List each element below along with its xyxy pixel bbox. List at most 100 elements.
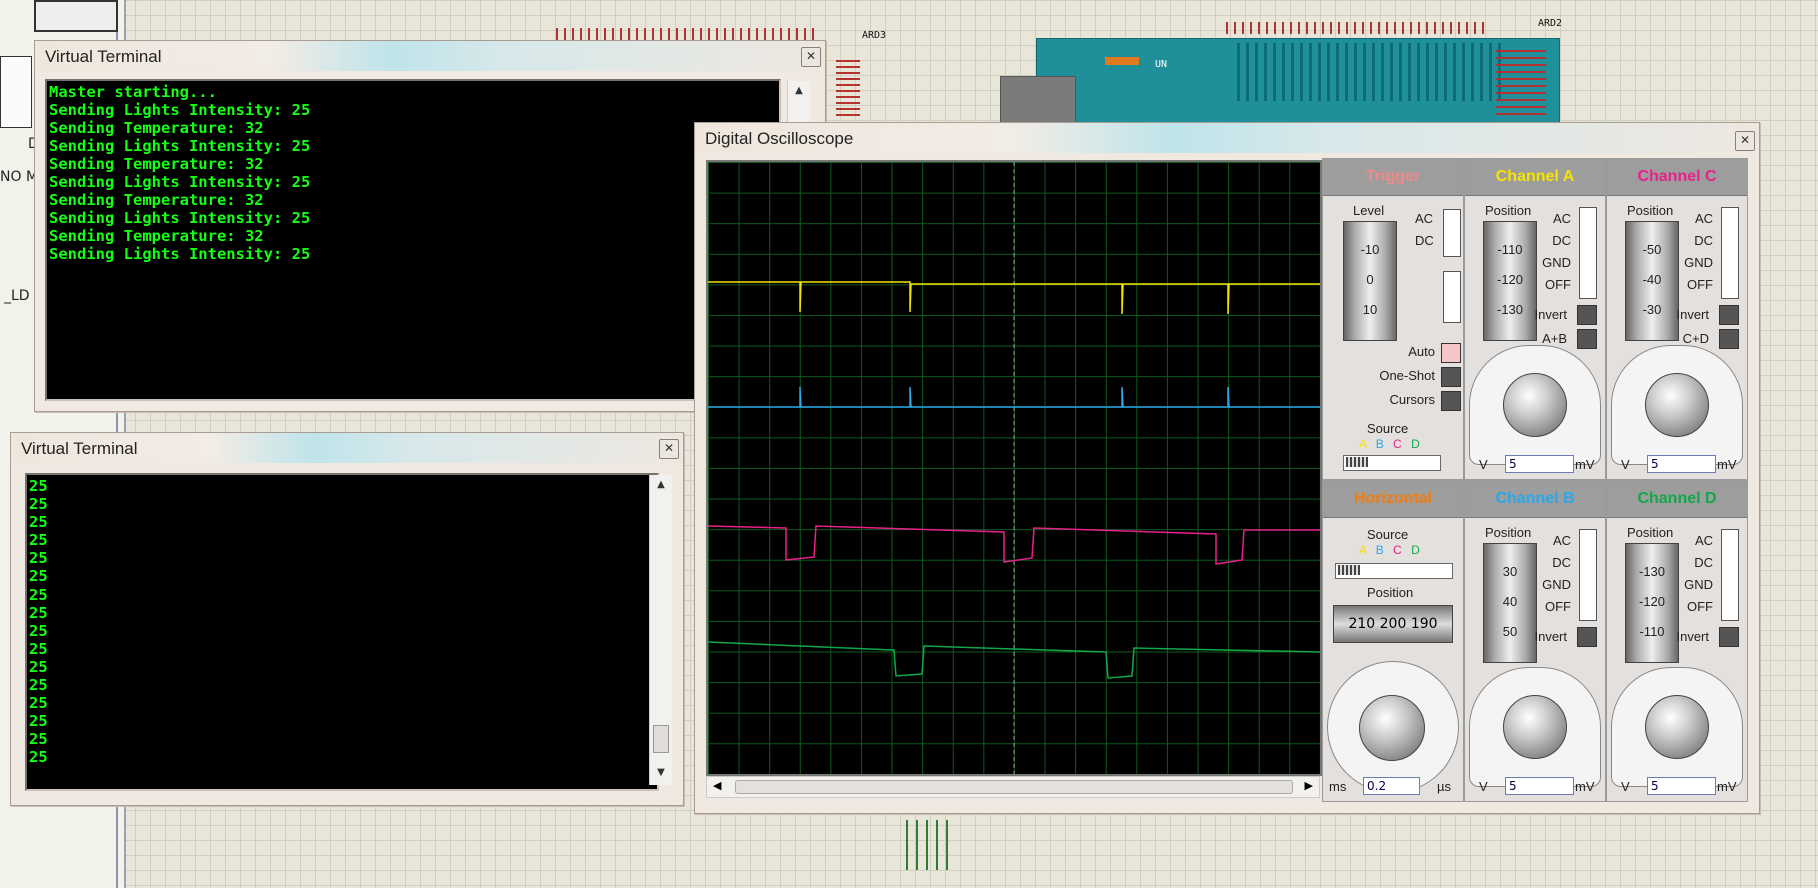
- trigger-oneshot-button[interactable]: [1441, 367, 1461, 387]
- terminal-2-line: 25: [29, 676, 48, 695]
- schematic-component-top: [34, 0, 118, 32]
- scroll-up-icon[interactable]: ▲: [650, 479, 672, 490]
- trigger-auto-button[interactable]: [1441, 343, 1461, 363]
- channel-a-sum-button[interactable]: [1577, 329, 1597, 349]
- board-label-ard2: ARD2: [1538, 18, 1563, 29]
- channel-d-invert-button[interactable]: [1719, 627, 1739, 647]
- terminal-1-titlebar[interactable]: Virtual Terminal ✕: [35, 41, 825, 71]
- terminal-1-line: Sending Temperature: 32: [49, 227, 264, 245]
- channel-c-unit-right: mV: [1717, 457, 1737, 472]
- terminal-1-line: Sending Temperature: 32: [49, 119, 264, 137]
- channel-c-mode-dc: DC: [1694, 233, 1713, 248]
- channel-d-invert-label: Invert: [1676, 629, 1709, 644]
- probe-wires: [906, 820, 954, 870]
- terminal-1-screen[interactable]: Master starting... Sending Lights Intensi…: [45, 79, 781, 401]
- terminal-1-output: Master starting... Sending Lights Intensi…: [49, 83, 310, 263]
- channel-d-unit-right: mV: [1717, 779, 1737, 794]
- channel-d-panel: Channel D Position -130 -120 -110 AC DC …: [1606, 480, 1748, 802]
- channel-b-title: Channel B: [1465, 481, 1605, 518]
- channel-d-mode-off: OFF: [1687, 599, 1713, 614]
- scroll-thumb[interactable]: [653, 725, 669, 753]
- channel-c-sum-button[interactable]: [1719, 329, 1739, 349]
- terminal-2-line: 25: [29, 621, 48, 640]
- terminal-1-line: Sending Lights Intensity: 25: [49, 209, 311, 227]
- scroll-down-icon[interactable]: ▼: [650, 767, 672, 778]
- scroll-left-icon[interactable]: ◀: [713, 779, 721, 792]
- virtual-terminal-window-2[interactable]: Virtual Terminal ✕ 25 25 25 25 25 25 25 25 25 25 2…: [10, 432, 684, 806]
- horizontal-position-wheel[interactable]: 210 200 190: [1333, 605, 1453, 643]
- channel-a-coupling-switch[interactable]: [1579, 207, 1597, 299]
- oscilloscope-titlebar[interactable]: Digital Oscilloscope ✕: [695, 123, 1759, 153]
- terminal-2-line: 25: [29, 639, 48, 658]
- horizontal-source-label: Source: [1367, 527, 1409, 542]
- trigger-edge-switch[interactable]: [1443, 271, 1461, 323]
- channel-c-mode-gnd: GND: [1684, 255, 1713, 270]
- scope-display[interactable]: [706, 160, 1322, 776]
- channel-b-knob[interactable]: [1503, 695, 1567, 759]
- close-icon[interactable]: ✕: [659, 439, 679, 459]
- trigger-dc-label: DC: [1415, 233, 1434, 248]
- trigger-level-wheel[interactable]: -10 0 10: [1343, 221, 1397, 341]
- oscilloscope-title: Digital Oscilloscope: [705, 129, 854, 148]
- channel-b-value-input[interactable]: 5: [1505, 777, 1574, 795]
- usb-connector: [1000, 76, 1076, 128]
- channel-d-value-input[interactable]: 5: [1647, 777, 1716, 795]
- channel-c-invert-label: Invert: [1676, 307, 1709, 322]
- horizontal-source-slider[interactable]: [1335, 563, 1453, 579]
- timebase-value-input[interactable]: 0.2: [1363, 777, 1420, 795]
- terminal-1-line: Sending Lights Intensity: 25: [49, 137, 311, 155]
- channel-a-mode-ac: AC: [1552, 211, 1571, 226]
- channel-b-invert-button[interactable]: [1577, 627, 1597, 647]
- scroll-right-icon[interactable]: ▶: [1305, 779, 1313, 792]
- channel-d-knob[interactable]: [1645, 695, 1709, 759]
- channel-a-title: Channel A: [1465, 159, 1605, 196]
- channel-a-knob[interactable]: [1503, 373, 1567, 437]
- terminal-2-line: 25: [29, 603, 48, 622]
- trigger-source-slider[interactable]: [1343, 455, 1441, 471]
- channel-c-knob[interactable]: [1645, 373, 1709, 437]
- channel-a-unit-left: V: [1479, 457, 1488, 472]
- channel-a-unit-right: mV: [1575, 457, 1595, 472]
- scroll-up-icon[interactable]: ▲: [788, 85, 810, 96]
- trigger-coupling-switch[interactable]: [1443, 209, 1461, 257]
- board-label-ard3: ARD3: [862, 30, 887, 41]
- channel-a-mode-gnd: GND: [1542, 255, 1571, 270]
- terminal-1-line: Master starting...: [49, 83, 217, 101]
- channel-b-mode-gnd: GND: [1542, 577, 1571, 592]
- channel-c-invert-button[interactable]: [1719, 305, 1739, 325]
- board-pins-ard3: [556, 28, 818, 40]
- trigger-level-label: Level: [1353, 203, 1385, 218]
- horizontal-title: Horizontal: [1323, 481, 1463, 518]
- terminal-2-scrollbar[interactable]: ▲ ▼: [649, 475, 672, 785]
- trigger-oneshot-label: One-Shot: [1379, 368, 1435, 383]
- scroll-thumb[interactable]: [735, 780, 1293, 794]
- terminal-1-line: Sending Temperature: 32: [49, 155, 264, 173]
- channel-b-coupling-switch[interactable]: [1579, 529, 1597, 621]
- board-pins-ard3-side: [836, 60, 860, 120]
- close-icon[interactable]: ✕: [801, 47, 821, 67]
- channel-c-coupling-switch[interactable]: [1721, 207, 1739, 299]
- terminal-2-titlebar[interactable]: Virtual Terminal ✕: [11, 433, 683, 463]
- terminal-2-line: 25: [29, 531, 48, 550]
- channel-d-coupling-switch[interactable]: [1721, 529, 1739, 621]
- channel-a-value-input[interactable]: 5: [1505, 455, 1574, 473]
- timebase-unit-right: µs: [1437, 779, 1451, 794]
- channel-c-value-input[interactable]: 5: [1647, 455, 1716, 473]
- channel-b-unit-right: mV: [1575, 779, 1595, 794]
- trigger-panel: Trigger Level -10 0 10 AC DC Auto One-Sh…: [1322, 158, 1464, 480]
- trigger-cursors-button[interactable]: [1441, 391, 1461, 411]
- terminal-2-line: 25: [29, 730, 48, 749]
- timebase-knob[interactable]: [1359, 695, 1425, 761]
- scope-horizontal-scrollbar[interactable]: ◀ ▶: [706, 776, 1320, 798]
- terminal-2-line: 25: [29, 694, 48, 713]
- channel-a-invert-button[interactable]: [1577, 305, 1597, 325]
- board-pins-ard2: [1226, 22, 1488, 34]
- side-label-ld: _LD: [4, 288, 30, 304]
- channel-c-sum-label: C+D: [1682, 331, 1709, 346]
- channel-b-invert-label: Invert: [1534, 629, 1567, 644]
- arduino-board: UN: [1036, 38, 1560, 128]
- terminal-2-line: 25: [29, 477, 48, 495]
- close-icon[interactable]: ✕: [1735, 131, 1755, 151]
- terminal-2-screen[interactable]: 25 25 25 25 25 25 25 25 25 25 25 25 25 25 25 25: [25, 473, 659, 791]
- trigger-cursors-label: Cursors: [1389, 392, 1435, 407]
